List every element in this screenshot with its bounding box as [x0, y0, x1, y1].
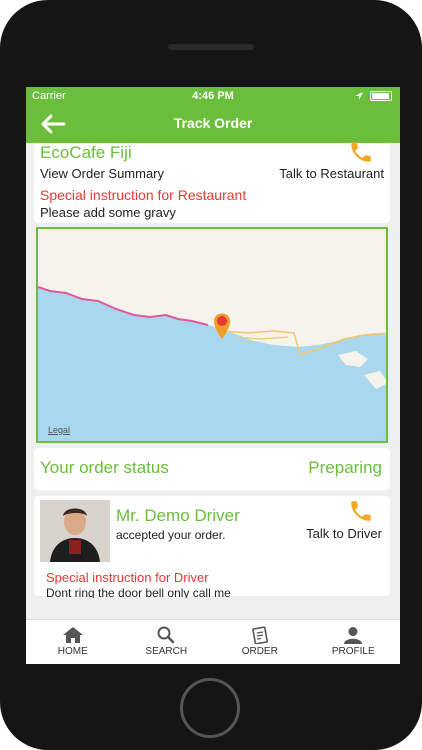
- tab-order-label: ORDER: [241, 646, 278, 657]
- driver-special-instruction-label: Special instruction for Driver: [46, 570, 209, 585]
- phone-icon[interactable]: [348, 498, 374, 524]
- status-right: [354, 91, 392, 101]
- nav-bar: Track Order: [26, 107, 400, 143]
- map-canvas: [38, 286, 386, 441]
- tracking-map[interactable]: Legal: [36, 227, 388, 443]
- bottom-tab-bar: HOME SEARCH ORDER PROFILE: [26, 619, 400, 664]
- driver-photo-image: [40, 500, 110, 562]
- phone-speaker: [168, 44, 254, 50]
- search-icon: [157, 626, 175, 644]
- order-icon: [251, 626, 268, 644]
- talk-to-restaurant-button[interactable]: Talk to Restaurant: [279, 166, 384, 181]
- restaurant-special-instruction-text: Please add some gravy: [40, 205, 176, 220]
- talk-to-driver-button[interactable]: Talk to Driver: [306, 526, 382, 541]
- location-icon: [355, 92, 363, 100]
- map-legal-link[interactable]: Legal: [48, 425, 70, 435]
- tab-home[interactable]: HOME: [26, 620, 120, 664]
- phone-icon[interactable]: [348, 139, 374, 165]
- phone-frame: Carrier 4:46 PM Track Order EcoCafe Fiji…: [0, 0, 422, 750]
- order-status-value: Preparing: [308, 458, 382, 477]
- view-order-summary-link[interactable]: View Order Summary: [40, 166, 164, 181]
- status-time: 4:46 PM: [192, 90, 234, 102]
- tab-search-label: SEARCH: [145, 646, 188, 657]
- driver-avatar: [40, 500, 110, 562]
- driver-card: Mr. Demo Driver accepted your order. Tal…: [34, 496, 390, 598]
- status-bar: Carrier 4:46 PM: [26, 87, 400, 107]
- battery-icon: [370, 91, 392, 101]
- tab-order[interactable]: ORDER: [213, 620, 307, 664]
- restaurant-special-instruction-label: Special instruction for Restaurant: [40, 187, 247, 203]
- profile-icon: [344, 627, 363, 644]
- page-title: Track Order: [173, 115, 253, 131]
- app-screen: Carrier 4:46 PM Track Order EcoCafe Fiji…: [26, 87, 400, 664]
- order-status-card: Your order status Preparing: [34, 448, 390, 490]
- restaurant-card: EcoCafe Fiji View Order Summary Talk to …: [34, 142, 390, 223]
- tab-search[interactable]: SEARCH: [120, 620, 214, 664]
- tab-profile[interactable]: PROFILE: [307, 620, 401, 664]
- driver-accepted-text: accepted your order.: [116, 528, 226, 542]
- driver-special-instruction-text: Dont ring the door bell only call me: [46, 586, 231, 598]
- tab-home-label: HOME: [57, 646, 88, 657]
- restaurant-name: EcoCafe Fiji: [40, 143, 132, 162]
- order-status-label: Your order status: [40, 458, 169, 477]
- home-icon: [62, 627, 83, 643]
- home-button[interactable]: [180, 678, 240, 738]
- tab-profile-label: PROFILE: [331, 646, 375, 657]
- driver-name: Mr. Demo Driver: [116, 506, 240, 525]
